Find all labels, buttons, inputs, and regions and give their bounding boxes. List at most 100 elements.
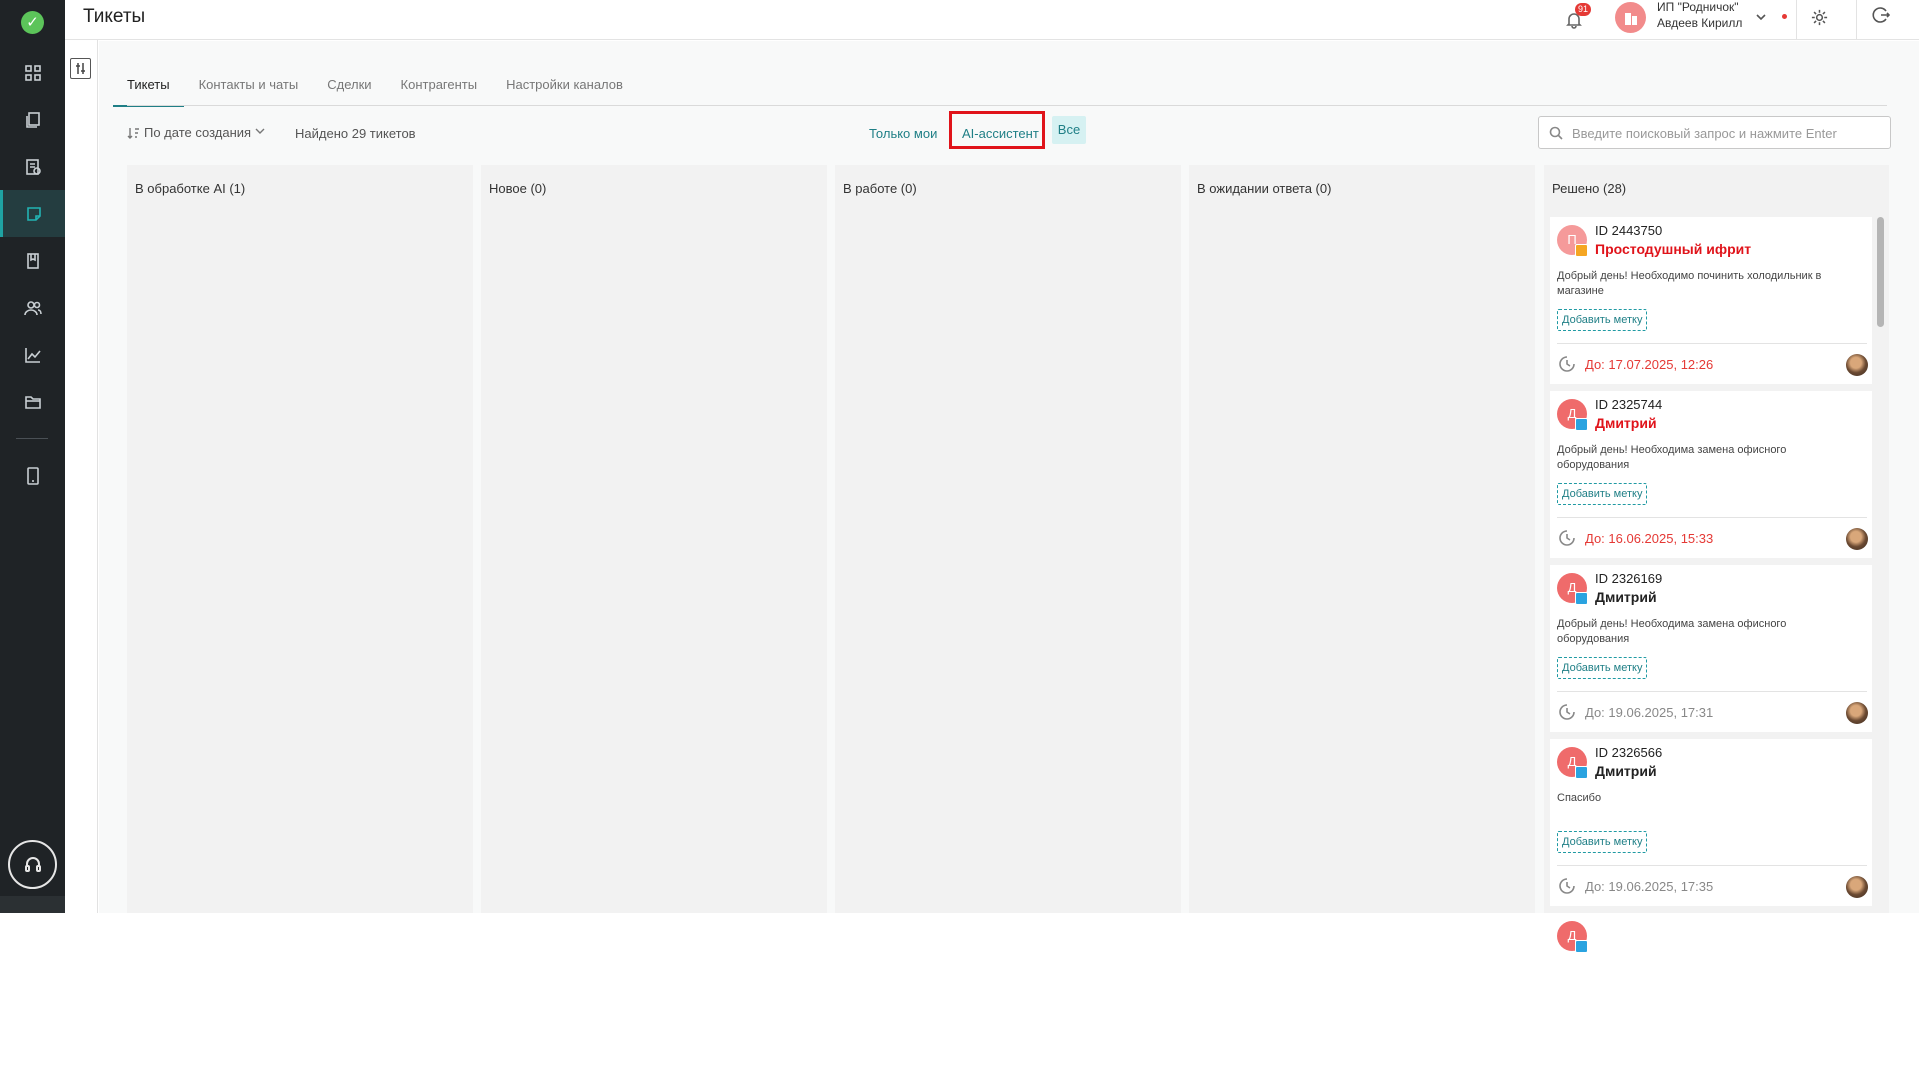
tab-channel-settings[interactable]: Настройки каналов	[506, 77, 623, 107]
column-scrollbar[interactable]	[1877, 217, 1884, 327]
ticket-list: П ID 2443750 Простодушный ифрит Добрый д…	[1550, 217, 1872, 1087]
add-tag-button[interactable]: Добавить метку	[1557, 657, 1648, 679]
sliders-icon	[76, 63, 85, 74]
page-title: Тикеты	[83, 6, 146, 27]
add-tag-button[interactable]: Добавить метку	[1557, 309, 1648, 331]
card-divider	[1557, 865, 1867, 866]
account-dropdown[interactable]	[1755, 10, 1767, 28]
sort-chevron	[251, 125, 269, 140]
report-icon	[25, 158, 41, 175]
column-in-progress: В работе (0)	[835, 165, 1181, 913]
ticket-preview: Добрый день! Необходима замена офисного …	[1557, 444, 1787, 471]
search-icon	[1549, 126, 1563, 140]
contact-name[interactable]: Простодушный ифрит	[1595, 241, 1751, 257]
sort-dropdown[interactable]: По дате создания	[127, 125, 269, 140]
ticket-icon	[27, 206, 41, 221]
column-title: В работе (0)	[843, 181, 917, 196]
ticket-preview: Спасибо	[1557, 792, 1602, 804]
sidebar-item-knowledge[interactable]	[0, 237, 65, 284]
due-date: До: 17.07.2025, 12:26	[1585, 357, 1714, 372]
chevron-down-icon	[255, 128, 265, 134]
ticket-card[interactable]: Д ID 2325744 Дмитрий Добрый день! Необхо…	[1550, 391, 1872, 558]
sort-label: По дате создания	[144, 125, 252, 140]
folder-icon	[24, 395, 41, 409]
building-icon	[1624, 12, 1637, 25]
column-title: Новое (0)	[489, 181, 547, 196]
sidebar-item-analytics[interactable]	[0, 331, 65, 378]
phone-icon	[26, 466, 39, 485]
search-field[interactable]	[1538, 116, 1891, 149]
ticket-id: ID 2326169	[1595, 571, 1663, 586]
clock-icon	[1557, 528, 1577, 553]
clock-icon	[1557, 354, 1577, 379]
ticket-id: ID 2325744	[1595, 397, 1663, 412]
sidebar-item-mobile[interactable]	[0, 452, 65, 499]
sidebar-item-tickets[interactable]	[0, 190, 65, 237]
due-date: До: 19.06.2025, 17:35	[1585, 879, 1714, 894]
sidebar-divider	[16, 438, 48, 439]
filter-only-mine[interactable]: Только мои	[869, 126, 937, 141]
tab-counterparties[interactable]: Контрагенты	[401, 77, 478, 107]
notification-badge: 91	[1575, 3, 1591, 16]
telegram-icon	[1575, 592, 1588, 605]
tab-tickets[interactable]: Тикеты	[113, 77, 184, 107]
tabs-bar: Тикеты Контакты и чаты Сделки Контрагент…	[113, 77, 652, 107]
ticket-id: ID 2443750	[1595, 223, 1663, 238]
chevron-down-icon	[1756, 14, 1766, 21]
assignee-avatar[interactable]	[1846, 528, 1868, 550]
found-count: Найдено 29 тикетов	[295, 126, 416, 141]
users-icon	[23, 300, 42, 315]
ticket-preview: Добрый день! Необходимо починить холодил…	[1557, 270, 1822, 297]
ticket-card[interactable]: П ID 2443750 Простодушный ифрит Добрый д…	[1550, 217, 1872, 384]
telegram-icon	[1575, 940, 1588, 953]
ticket-preview: Добрый день! Необходима замена офисного …	[1557, 618, 1787, 645]
user-name[interactable]: Авдеев Кирилл	[1657, 15, 1742, 31]
assignee-avatar[interactable]	[1846, 876, 1868, 898]
logout-button[interactable]	[1872, 6, 1891, 29]
tab-contacts-chats[interactable]: Контакты и чаты	[199, 77, 299, 107]
contact-name[interactable]: Дмитрий	[1595, 763, 1657, 779]
top-header: Тикеты 91 ИП "Родничок" Авдеев Кирилл	[65, 0, 1919, 40]
column-ai-processing: В обработке AI (1)	[127, 165, 473, 913]
ticket-card[interactable]: Д	[1550, 913, 1872, 1080]
sidebar-item-users[interactable]	[0, 284, 65, 331]
company-avatar[interactable]	[1615, 2, 1646, 33]
column-new: Новое (0)	[481, 165, 827, 913]
sidebar-item-dashboard[interactable]	[0, 49, 65, 96]
search-input[interactable]	[1572, 123, 1882, 143]
contact-name[interactable]: Дмитрий	[1595, 589, 1657, 605]
ticket-card[interactable]: Д ID 2326169 Дмитрий Добрый день! Необхо…	[1550, 565, 1872, 732]
sidebar-item-files[interactable]	[0, 378, 65, 425]
sidebar-item-documents[interactable]	[0, 96, 65, 143]
column-title: В ожидании ответа (0)	[1197, 181, 1332, 196]
add-tag-button[interactable]: Добавить метку	[1557, 483, 1648, 505]
assignee-avatar[interactable]	[1846, 354, 1868, 376]
chart-icon	[24, 347, 41, 363]
app-logo-icon[interactable]: ✓	[21, 11, 44, 34]
header-divider	[1796, 0, 1797, 40]
gear-icon	[1811, 9, 1828, 26]
column-resolved: Решено (28) П ID 2443750 Простодушный иф…	[1544, 165, 1889, 1080]
main-content: Тикеты Контакты и чаты Сделки Контрагент…	[99, 41, 1919, 1080]
add-tag-button[interactable]: Добавить метку	[1557, 831, 1648, 853]
support-button[interactable]	[8, 840, 57, 889]
due-date: До: 16.06.2025, 15:33	[1585, 531, 1714, 546]
column-awaiting-reply: В ожидании ответа (0)	[1189, 165, 1535, 913]
tab-deals[interactable]: Сделки	[327, 77, 371, 107]
notifications-button[interactable]: 91	[1563, 3, 1591, 31]
ticket-id: ID 2326566	[1595, 745, 1663, 760]
documents-icon	[25, 111, 40, 128]
assignee-avatar[interactable]	[1846, 702, 1868, 724]
sidebar-bottom-strip	[0, 896, 65, 913]
column-title: Решено (28)	[1552, 181, 1627, 196]
sidebar-item-reports[interactable]	[0, 143, 65, 190]
contact-name[interactable]: Дмитрий	[1595, 415, 1657, 431]
filter-all[interactable]: Все	[1052, 116, 1086, 144]
settings-button[interactable]	[1810, 8, 1829, 32]
ticket-card[interactable]: Д ID 2326566 Дмитрий Спасибо Добавить ме…	[1550, 739, 1872, 906]
sort-icon	[127, 127, 139, 139]
company-name[interactable]: ИП "Родничок"	[1657, 0, 1739, 15]
filter-panel-button[interactable]	[70, 58, 91, 79]
clock-icon	[1557, 876, 1577, 901]
tabs-divider	[127, 105, 1887, 106]
